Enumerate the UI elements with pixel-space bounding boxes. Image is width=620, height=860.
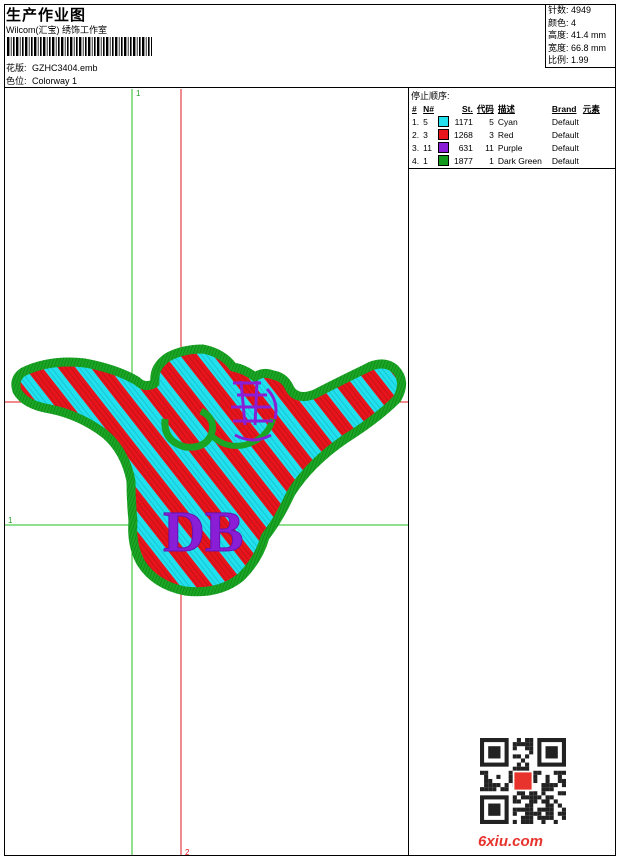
qr-code (480, 738, 566, 824)
col-swatch (436, 103, 452, 115)
design-row: 花版: GZHC3404.emb (6, 61, 98, 74)
color-swatch (437, 142, 449, 154)
table-row: 4. 1 1877 1 Dark Green Default (412, 155, 579, 167)
col-stitches: St. (462, 104, 473, 114)
stat-height: 高度: 41.4 mm (548, 30, 607, 40)
stat-colors: 颜色: 4 (548, 17, 577, 28)
color-swatch (437, 155, 449, 167)
design-label: 花版: (6, 63, 27, 73)
colorway-row: 色位: Colorway 1 (6, 74, 77, 87)
stat-width: 宽度: 66.8 mm (548, 42, 607, 53)
color-swatch (437, 116, 449, 128)
right-divider (408, 169, 409, 856)
stop-sequence-panel: 停止顺序: # N# St. 代码 描述 Brand 元素 1. 5 1171 5 … (408, 88, 616, 169)
stat-scale: 比例: 1.99 (548, 55, 589, 65)
stop-sequence-title: 停止顺序: (411, 91, 450, 101)
stats-box: 针数: 4949 颜色: 4 高度: 41.4 mm 宽度: 66.8 mm 比… (545, 4, 616, 68)
company-name: Wilcom(汇宝) 绣饰工作室 (6, 25, 107, 35)
guide-label-left: 1 (8, 516, 13, 525)
guide-label-top: 1 (136, 89, 141, 98)
col-needle: N# (423, 104, 434, 114)
table-row: 1. 5 1171 5 Cyan Default (412, 116, 579, 128)
table-row: 2. 3 1268 3 Red Default (412, 129, 579, 141)
watermark-site: 6xiu.com (478, 833, 544, 850)
design-value: GZHC3404.emb (32, 63, 98, 73)
col-num: # (412, 104, 417, 114)
col-code: 代码 (476, 104, 494, 114)
stop-sequence-table: # N# St. 代码 描述 Brand 元素 1. 5 1171 5 Cyan De… (410, 103, 602, 167)
guide-label-bottom: 2 (185, 848, 190, 855)
design-canvas: 1 1 2 2 DB (5, 89, 408, 855)
colorway-value: Colorway 1 (32, 76, 78, 86)
color-swatch (437, 129, 449, 141)
barcode (7, 37, 152, 56)
col-desc: 描述 (497, 104, 515, 114)
embroidery-text: DB (163, 499, 244, 564)
stat-stitches: 针数: 4949 (548, 5, 592, 15)
embroidery-design: DB (11, 344, 406, 597)
col-brand: Brand (551, 104, 577, 114)
col-element: 元素 (582, 104, 600, 114)
colorway-label: 色位: (6, 76, 27, 86)
table-row: 3. 11 631 11 Purple Default (412, 142, 579, 154)
page-title: 生产作业图 (6, 7, 87, 24)
